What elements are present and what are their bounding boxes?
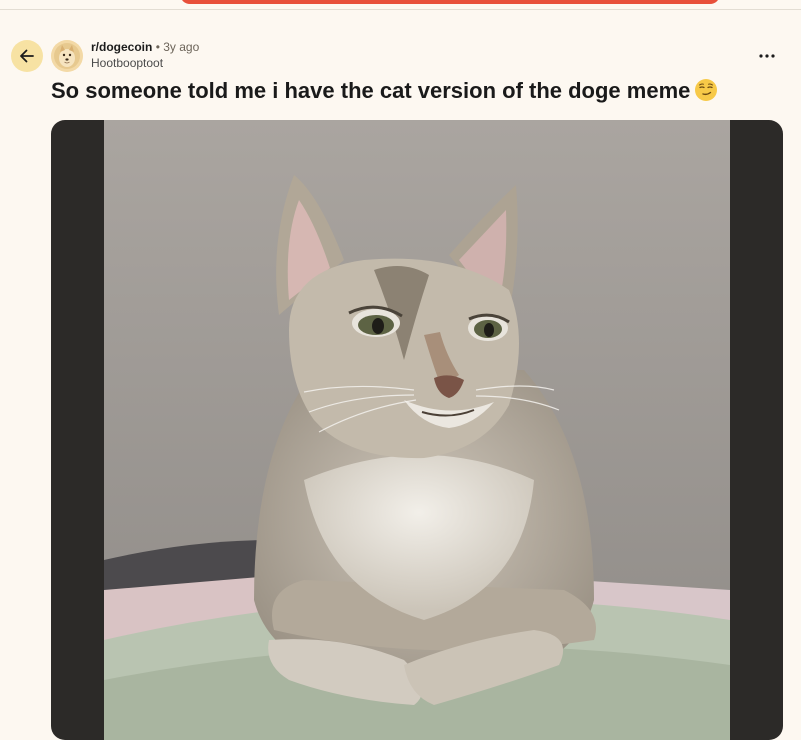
meta-separator: • [155, 40, 160, 54]
cat-photo [104, 120, 730, 740]
top-bar [0, 0, 801, 10]
subreddit-avatar[interactable] [51, 40, 83, 72]
post-media[interactable] [51, 120, 783, 740]
smirking-face-emoji-icon [694, 78, 718, 109]
subreddit-link[interactable]: r/dogecoin [91, 40, 152, 54]
post-title[interactable]: So someone told me i have the cat versio… [51, 77, 718, 109]
post-title-text: So someone told me i have the cat versio… [51, 78, 691, 103]
back-button[interactable] [11, 40, 43, 72]
post-age: 3y ago [163, 40, 200, 54]
arrow-left-icon [20, 49, 34, 63]
post-meta: r/dogecoin • 3y ago Hootbooptoot [91, 40, 199, 71]
author-link[interactable]: Hootbooptoot [91, 56, 199, 71]
more-options-button[interactable] [752, 44, 782, 68]
doge-avatar-icon [51, 40, 83, 72]
top-accent-bar [180, 0, 720, 4]
more-horizontal-icon [759, 54, 775, 58]
